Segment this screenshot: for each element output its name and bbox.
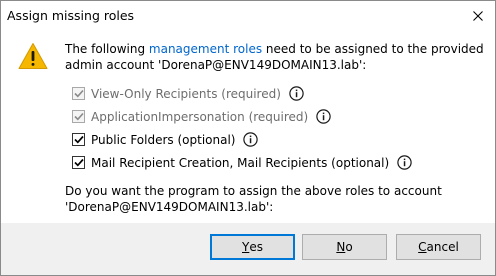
no-button[interactable]: No — [302, 234, 387, 260]
role-checkbox-public-folders[interactable] — [72, 133, 85, 146]
question-text: Do you want the program to assign the ab… — [65, 184, 442, 214]
role-label-application-impersonation: ApplicationImpersonation (required) — [91, 109, 309, 124]
checkmark-icon — [73, 112, 84, 121]
info-icon-view-only — [289, 86, 304, 101]
info-icon-application-impersonation — [316, 109, 331, 124]
role-label-view-only: View-Only Recipients (required) — [91, 86, 281, 101]
roles-list: View-Only Recipients (required) Applicat… — [72, 82, 487, 174]
role-option-view-only: View-Only Recipients (required) — [72, 82, 487, 105]
role-checkbox-application-impersonation — [72, 110, 85, 123]
dialog-content: The following management roles need to b… — [1, 31, 495, 223]
yes-label-rest: es — [249, 240, 263, 254]
role-option-public-folders: Public Folders (optional) — [72, 128, 487, 151]
message-text: The following management roles need to b… — [65, 41, 485, 73]
cancel-mnemonic: C — [418, 240, 427, 254]
role-label-mail-recipient-creation[interactable]: Mail Recipient Creation, Mail Recipients… — [91, 156, 389, 170]
dialog-title: Assign missing roles — [7, 8, 135, 23]
checkmark-icon — [73, 135, 84, 144]
info-icon[interactable] — [316, 109, 331, 124]
info-icon[interactable] — [289, 86, 304, 101]
no-label-rest: o — [345, 240, 353, 254]
title-bar: Assign missing roles — [1, 1, 495, 31]
role-checkbox-view-only — [72, 87, 85, 100]
message-prefix: The following — [65, 42, 149, 56]
cancel-label-rest: ancel — [426, 240, 459, 254]
yes-button[interactable]: Yes — [210, 234, 295, 260]
checkmark-icon — [73, 89, 84, 98]
close-button[interactable] — [463, 1, 493, 31]
info-icon-mail-recipient-creation — [397, 155, 412, 170]
info-icon-public-folders — [243, 132, 259, 147]
role-checkbox-mail-recipient-creation[interactable] — [72, 156, 85, 169]
role-option-mail-recipient-creation: Mail Recipient Creation, Mail Recipients… — [72, 151, 487, 174]
role-option-application-impersonation: ApplicationImpersonation (required) — [72, 105, 487, 128]
button-bar: Yes No Cancel — [1, 223, 495, 275]
yes-mnemonic: Y — [242, 240, 250, 254]
warning-icon — [18, 43, 48, 69]
no-mnemonic: N — [336, 240, 346, 254]
info-icon[interactable] — [243, 132, 259, 147]
checkmark-icon — [73, 158, 84, 167]
role-label-public-folders[interactable]: Public Folders (optional) — [91, 133, 235, 147]
close-icon — [473, 11, 483, 21]
info-icon[interactable] — [397, 155, 412, 170]
management-roles-link[interactable]: management roles — [149, 42, 262, 56]
assign-missing-roles-dialog: Assign missing roles The following manag… — [0, 0, 496, 276]
cancel-button[interactable]: Cancel — [396, 234, 481, 260]
